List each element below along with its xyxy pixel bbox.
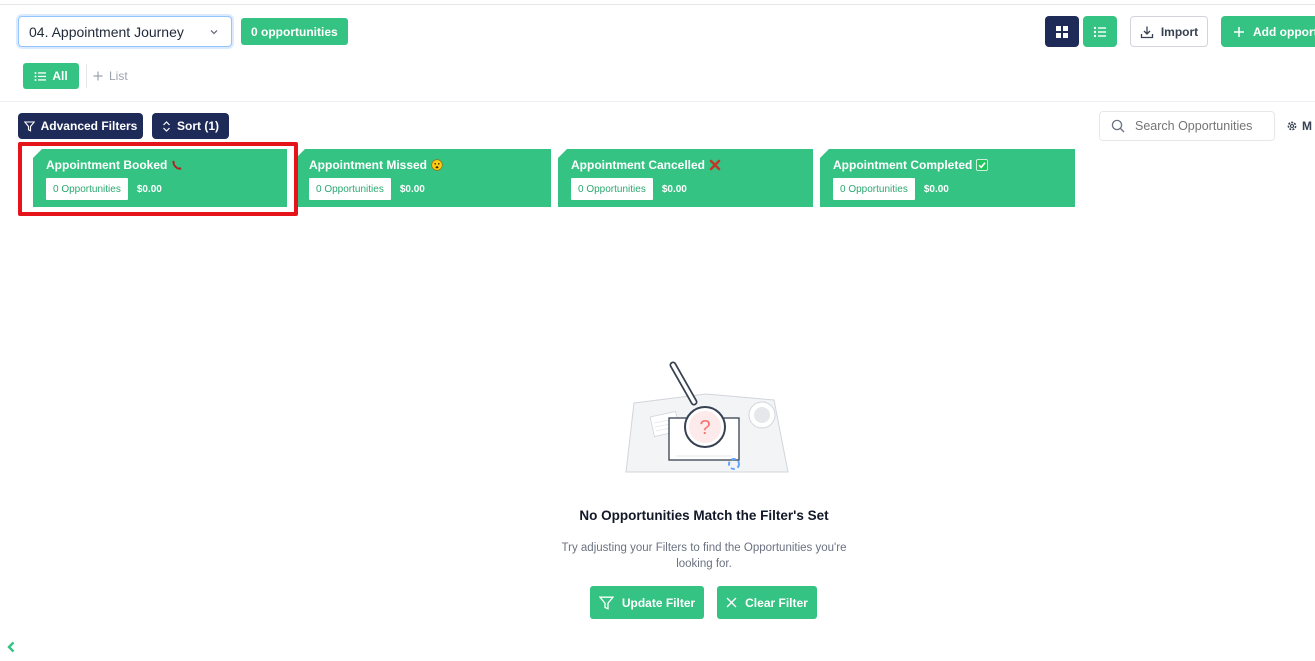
stage-appointment-completed[interactable]: Appointment Completed 0 Opportunities $0… — [820, 149, 1075, 207]
stage-header: Appointment Completed — [833, 158, 1075, 172]
plus-icon — [1234, 26, 1244, 37]
stage-count: 0 Opportunities — [46, 178, 128, 200]
opportunity-count-badge: 0 opportunities — [241, 18, 348, 45]
pipeline-select-value: 04. Appointment Journey — [29, 23, 184, 40]
board-view-button[interactable] — [1045, 16, 1079, 47]
magnifier-illustration: ? — [625, 361, 789, 473]
filter-icon — [598, 596, 614, 610]
close-icon — [726, 597, 737, 608]
gear-icon — [1287, 121, 1297, 131]
advanced-filters-label: Advanced Filters — [40, 119, 138, 133]
stage-notch — [558, 149, 567, 158]
add-opportunity-label: Add opport — [1253, 24, 1315, 39]
stage-notch — [296, 149, 305, 158]
update-filter-label: Update Filter — [621, 595, 696, 610]
phone-emoji — [172, 160, 182, 170]
section-divider — [0, 101, 1315, 102]
search-icon — [1111, 119, 1125, 133]
list-icon — [1093, 26, 1106, 37]
stage-appointment-missed[interactable]: Appointment Missed 0 Opportunities $0.00 — [296, 149, 551, 207]
stage-value: $0.00 — [661, 183, 687, 195]
tab-all-label: All — [52, 69, 68, 83]
sort-label: Sort (1) — [177, 119, 219, 133]
stage-title: Appointment Booked — [46, 158, 168, 172]
add-list-label: List — [109, 69, 128, 83]
stage-count: 0 Opportunities — [833, 178, 915, 200]
face-emoji — [431, 159, 443, 171]
stage-notch — [33, 149, 42, 158]
stage-value: $0.00 — [399, 183, 425, 195]
stage-count: 0 Opportunities — [571, 178, 653, 200]
stage-value: $0.00 — [923, 183, 949, 195]
stage-value: $0.00 — [136, 183, 162, 195]
import-label: Import — [1160, 24, 1199, 39]
stage-notch — [820, 149, 829, 158]
list-view-button[interactable] — [1083, 16, 1117, 47]
cross-mark-emoji — [709, 159, 721, 171]
download-icon — [1140, 26, 1153, 38]
chevron-left-icon — [7, 641, 15, 653]
tab-all[interactable]: All — [23, 63, 79, 89]
chevron-down-icon — [210, 30, 218, 35]
svg-text:?: ? — [699, 417, 710, 439]
stage-header: Appointment Cancelled — [571, 158, 813, 172]
update-filter-button[interactable]: Update Filter — [590, 586, 704, 619]
add-list-button[interactable]: List — [93, 67, 128, 85]
sort-button[interactable]: Sort (1) — [152, 113, 229, 139]
stage-appointment-cancelled[interactable]: Appointment Cancelled 0 Opportunities $0… — [558, 149, 813, 207]
tab-separator — [86, 64, 87, 88]
manage-fields-label: M — [1302, 119, 1312, 133]
import-button[interactable]: Import — [1130, 16, 1208, 47]
search-input[interactable] — [1135, 119, 1265, 133]
filter-icon — [23, 120, 35, 132]
check-box-emoji — [976, 159, 989, 171]
stage-title: Appointment Cancelled — [571, 158, 706, 172]
top-divider — [0, 4, 1315, 5]
clear-filter-button[interactable]: Clear Filter — [717, 586, 817, 619]
stage-appointment-booked[interactable]: Appointment Booked 0 Opportunities $0.00 — [33, 149, 287, 207]
stage-header: Appointment Missed — [309, 158, 551, 172]
collapse-sidebar-button[interactable] — [2, 636, 20, 658]
stage-header: Appointment Booked — [46, 158, 287, 172]
manage-fields-button[interactable]: M — [1286, 118, 1312, 134]
grid-icon — [1056, 25, 1068, 38]
search-box[interactable] — [1099, 111, 1275, 141]
empty-state-description: Try adjusting your Filters to find the O… — [561, 542, 847, 570]
stage-count: 0 Opportunities — [309, 178, 391, 200]
add-opportunity-button[interactable]: Add opport — [1221, 16, 1315, 47]
pipeline-select[interactable]: 04. Appointment Journey — [18, 16, 232, 47]
plus-icon — [93, 71, 103, 81]
advanced-filters-button[interactable]: Advanced Filters — [18, 113, 143, 139]
list-icon — [34, 71, 47, 81]
stage-title: Appointment Completed — [833, 158, 973, 172]
empty-state-title: No Opportunities Match the Filter's Set — [579, 508, 829, 523]
sort-icon — [163, 120, 170, 132]
stage-title: Appointment Missed — [309, 158, 428, 172]
clear-filter-label: Clear Filter — [745, 595, 808, 610]
